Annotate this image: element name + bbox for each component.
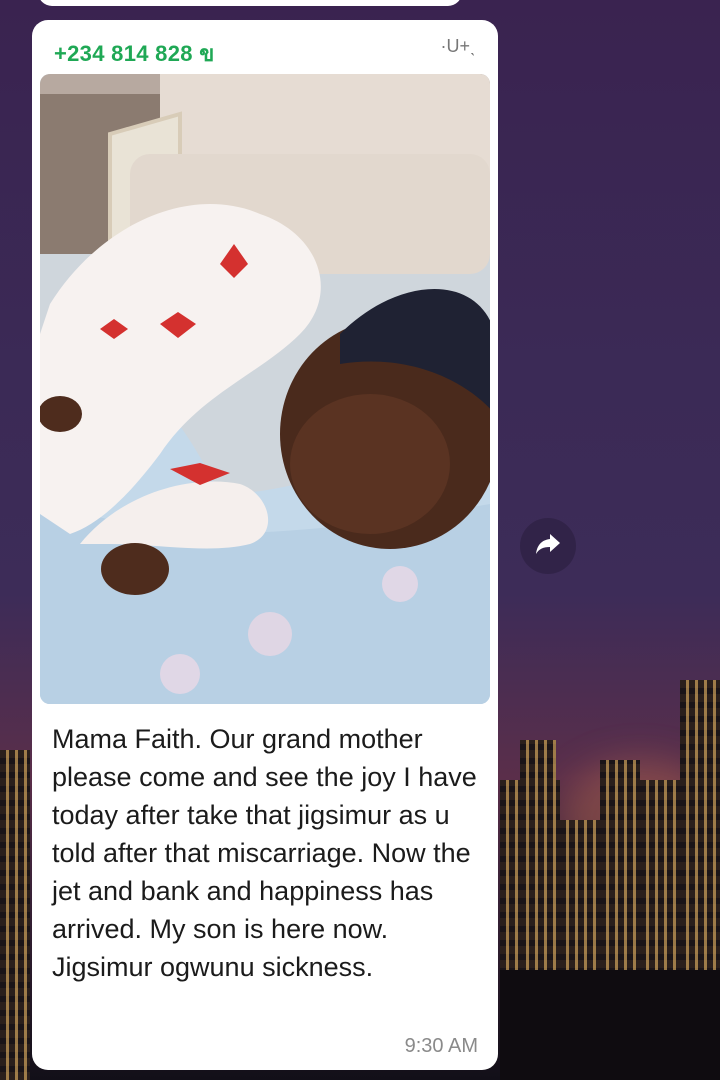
message-photo[interactable] xyxy=(40,74,490,704)
message-bubble[interactable]: +234 814 828 ข ·U+ˎ Mama Faith. Our gran… xyxy=(32,20,498,1070)
previous-message-bubble xyxy=(38,0,462,6)
sender-phone-number[interactable]: +234 814 828 ข xyxy=(54,36,215,71)
forward-arrow-icon xyxy=(535,533,561,560)
message-text: Mama Faith. Our grand mother please come… xyxy=(52,724,477,982)
message-timestamp: 9:30 AM xyxy=(404,1035,478,1057)
forward-button[interactable] xyxy=(520,518,576,574)
sender-name-suffix: ·U+ˎ xyxy=(440,36,477,56)
